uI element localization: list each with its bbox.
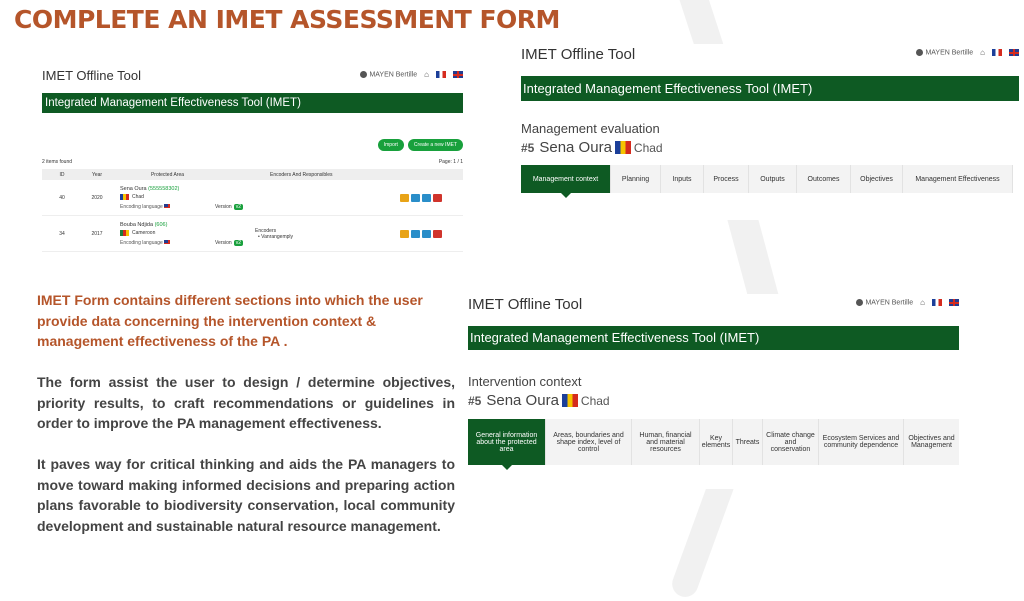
home-icon[interactable]: ⌂ [980, 48, 985, 57]
items-found: 2 items found [42, 159, 73, 165]
evaluation-tabs: Management context Planning Inputs Proce… [521, 165, 1013, 198]
col-encoders: Encoders And Responsibles [270, 171, 333, 178]
user-icon [856, 298, 864, 306]
protected-area-heading: #5 Sena Oura Chad [468, 392, 959, 409]
pa-name: Sena Oura [486, 392, 559, 409]
pa-name: Sena Oura [539, 139, 612, 156]
app-banner: Integrated Management Effectiveness Tool… [468, 326, 959, 350]
chad-flag-icon [614, 141, 631, 154]
col-protected-area[interactable]: Protected Area [112, 172, 215, 178]
edit-icon[interactable] [400, 229, 409, 238]
table-header: ID Year Protected Area Encoders And Resp… [42, 169, 463, 180]
delete-icon[interactable] [433, 193, 442, 202]
import-button[interactable]: Import [377, 139, 404, 151]
section-label: Intervention context [468, 374, 582, 389]
home-icon[interactable]: ⌂ [424, 70, 429, 79]
table-row[interactable]: 34 2017 Bouba Ndjida (606) Cameroon Enco… [42, 216, 463, 252]
table-row[interactable]: 40 2020 Sena Oura (555558302) Chad Encod… [42, 180, 463, 216]
user-icon [360, 70, 368, 78]
app-header: IMET Offline Tool MAYEN Bertille ⌂ [521, 44, 1019, 76]
pa-number: #5 [468, 393, 482, 408]
app-header: IMET Offline Tool MAYEN Bertille ⌂ [42, 66, 463, 88]
app-banner: Integrated Management Effectiveness Tool… [42, 93, 463, 113]
user-menu[interactable]: MAYEN Bertille [916, 48, 973, 56]
english-flag-icon [164, 204, 171, 209]
app-title: IMET Offline Tool [42, 68, 141, 83]
context-screenshot: IMET Offline Tool MAYEN Bertille ⌂ Integ… [468, 294, 959, 489]
tab-areas-boundaries[interactable]: Areas, boundaries and shape index, level… [546, 419, 632, 465]
pa-country: Chad [633, 140, 663, 155]
tab-general-information[interactable]: General information about the protected … [468, 419, 546, 470]
english-flag-icon[interactable] [949, 299, 959, 306]
tab-management-context[interactable]: Management context [521, 165, 611, 198]
french-flag-icon[interactable] [932, 299, 942, 306]
view-icon[interactable] [411, 193, 420, 202]
french-flag-icon[interactable] [992, 49, 1002, 56]
tab-management-effectiveness[interactable]: Management Effectiveness [903, 165, 1013, 193]
list-screenshot: IMET Offline Tool MAYEN Bertille ⌂ Integ… [42, 66, 463, 266]
user-area: MAYEN Bertille ⌂ [916, 48, 1019, 57]
tab-planning[interactable]: Planning [611, 165, 661, 193]
user-icon [916, 48, 924, 56]
english-flag-icon [164, 240, 171, 245]
decorative-stroke [668, 469, 738, 601]
tab-outcomes[interactable]: Outcomes [797, 165, 851, 193]
chad-flag-icon [561, 394, 578, 407]
app-banner: Integrated Management Effectiveness Tool… [521, 76, 1019, 101]
user-area: MAYEN Bertille ⌂ [360, 70, 463, 79]
english-flag-icon[interactable] [1009, 49, 1019, 56]
benefits-paragraph: It paves way for critical thinking and a… [37, 456, 455, 534]
tab-climate-change[interactable]: Climate change and conservation [763, 419, 819, 465]
export-icon[interactable] [422, 229, 431, 238]
home-icon[interactable]: ⌂ [920, 298, 925, 307]
french-flag-icon[interactable] [436, 71, 446, 78]
col-id[interactable]: ID [42, 172, 82, 178]
protected-area-heading: #5 Sena Oura Chad [521, 139, 1019, 156]
tab-objectives[interactable]: Objectives [851, 165, 903, 193]
slide-title: COMPLETE AN IMET ASSESSMENT FORM [14, 5, 560, 34]
app-title: IMET Offline Tool [521, 46, 636, 63]
cameroon-flag-icon [120, 229, 129, 236]
pa-country: Chad [580, 393, 610, 408]
tab-ecosystem-services[interactable]: Ecosystem Services and community depende… [819, 419, 904, 465]
col-year[interactable]: Year [82, 172, 112, 178]
user-area: MAYEN Bertille ⌂ [856, 298, 959, 307]
tab-inputs[interactable]: Inputs [661, 165, 704, 193]
tab-outputs[interactable]: Outputs [749, 165, 797, 193]
intro-paragraph: IMET Form contains different sections in… [37, 292, 423, 349]
tab-objectives-management[interactable]: Objectives and Management [904, 419, 959, 465]
chad-flag-icon [120, 193, 129, 200]
app-title: IMET Offline Tool [468, 296, 583, 313]
tab-process[interactable]: Process [704, 165, 749, 193]
user-menu[interactable]: MAYEN Bertille [360, 70, 417, 78]
evaluation-screenshot: IMET Offline Tool MAYEN Bertille ⌂ Integ… [521, 44, 1019, 220]
edit-icon[interactable] [400, 193, 409, 202]
tab-resources[interactable]: Human, financial and material resources [632, 419, 700, 465]
create-imet-button[interactable]: Create a new IMET [407, 139, 463, 151]
pa-number: #5 [521, 140, 535, 155]
pagination: Page: 1 / 1 [438, 159, 463, 165]
purpose-paragraph: The form assist the user to design / det… [37, 374, 455, 431]
user-menu[interactable]: MAYEN Bertille [856, 298, 913, 306]
delete-icon[interactable] [433, 229, 442, 238]
export-icon[interactable] [422, 193, 431, 202]
app-header: IMET Offline Tool MAYEN Bertille ⌂ [468, 294, 959, 326]
english-flag-icon[interactable] [453, 71, 463, 78]
tab-threats[interactable]: Threats [733, 419, 763, 465]
view-icon[interactable] [411, 229, 420, 238]
context-tabs: General information about the protected … [468, 419, 959, 470]
section-label: Management evaluation [521, 121, 660, 136]
tab-key-elements[interactable]: Key elements [700, 419, 733, 465]
